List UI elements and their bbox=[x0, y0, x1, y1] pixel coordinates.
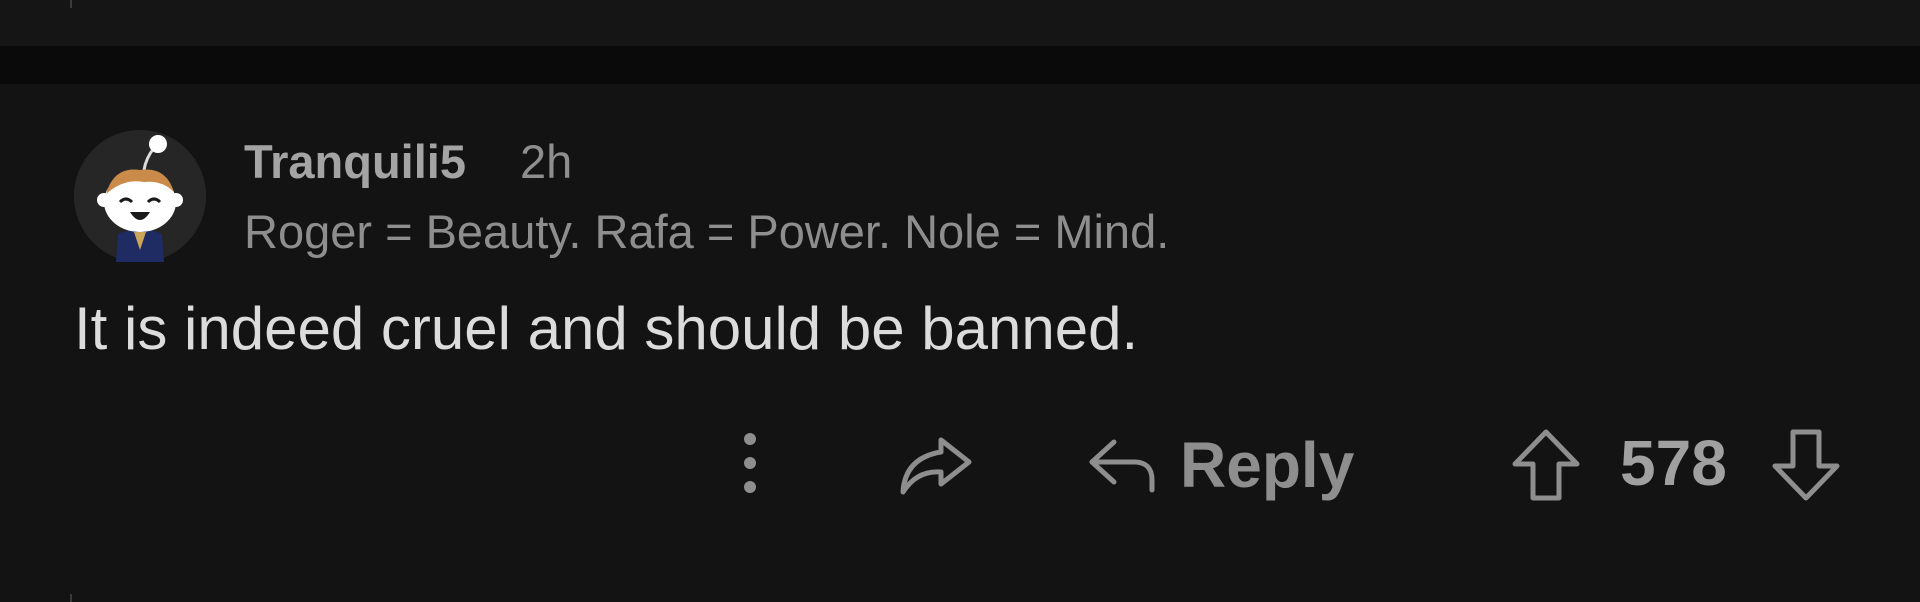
reply-arrow-icon bbox=[1089, 439, 1155, 493]
downvote-arrow-icon bbox=[1772, 429, 1840, 501]
avatar[interactable] bbox=[74, 130, 206, 262]
previous-comment-region bbox=[0, 0, 1920, 46]
comment-author[interactable]: Tranquili5 bbox=[244, 134, 466, 189]
comment-body: It is indeed cruel and should be banned. bbox=[74, 295, 1139, 362]
snoo-avatar-icon bbox=[74, 130, 206, 262]
comment-timestamp[interactable]: 2h bbox=[520, 134, 572, 189]
thread-line-bottom[interactable] bbox=[70, 594, 72, 602]
share-arrow-icon bbox=[900, 437, 972, 495]
vertical-dots-icon bbox=[744, 433, 756, 493]
upvote-button[interactable] bbox=[1508, 422, 1584, 508]
thread-line[interactable] bbox=[70, 0, 72, 8]
reply-button[interactable]: Reply bbox=[1086, 422, 1366, 508]
comment-thread-page: Tranquili5 2h Roger = Beauty. Rafa = Pow… bbox=[0, 0, 1920, 602]
reply-label: Reply bbox=[1180, 429, 1355, 501]
user-flair: Roger = Beauty. Rafa = Power. Nole = Min… bbox=[244, 205, 1170, 258]
more-options-button[interactable] bbox=[722, 428, 778, 498]
comment-divider bbox=[0, 46, 1920, 84]
share-button[interactable] bbox=[896, 430, 974, 500]
vote-score: 578 bbox=[1620, 427, 1727, 499]
upvote-arrow-icon bbox=[1512, 429, 1580, 501]
downvote-button[interactable] bbox=[1768, 422, 1844, 508]
